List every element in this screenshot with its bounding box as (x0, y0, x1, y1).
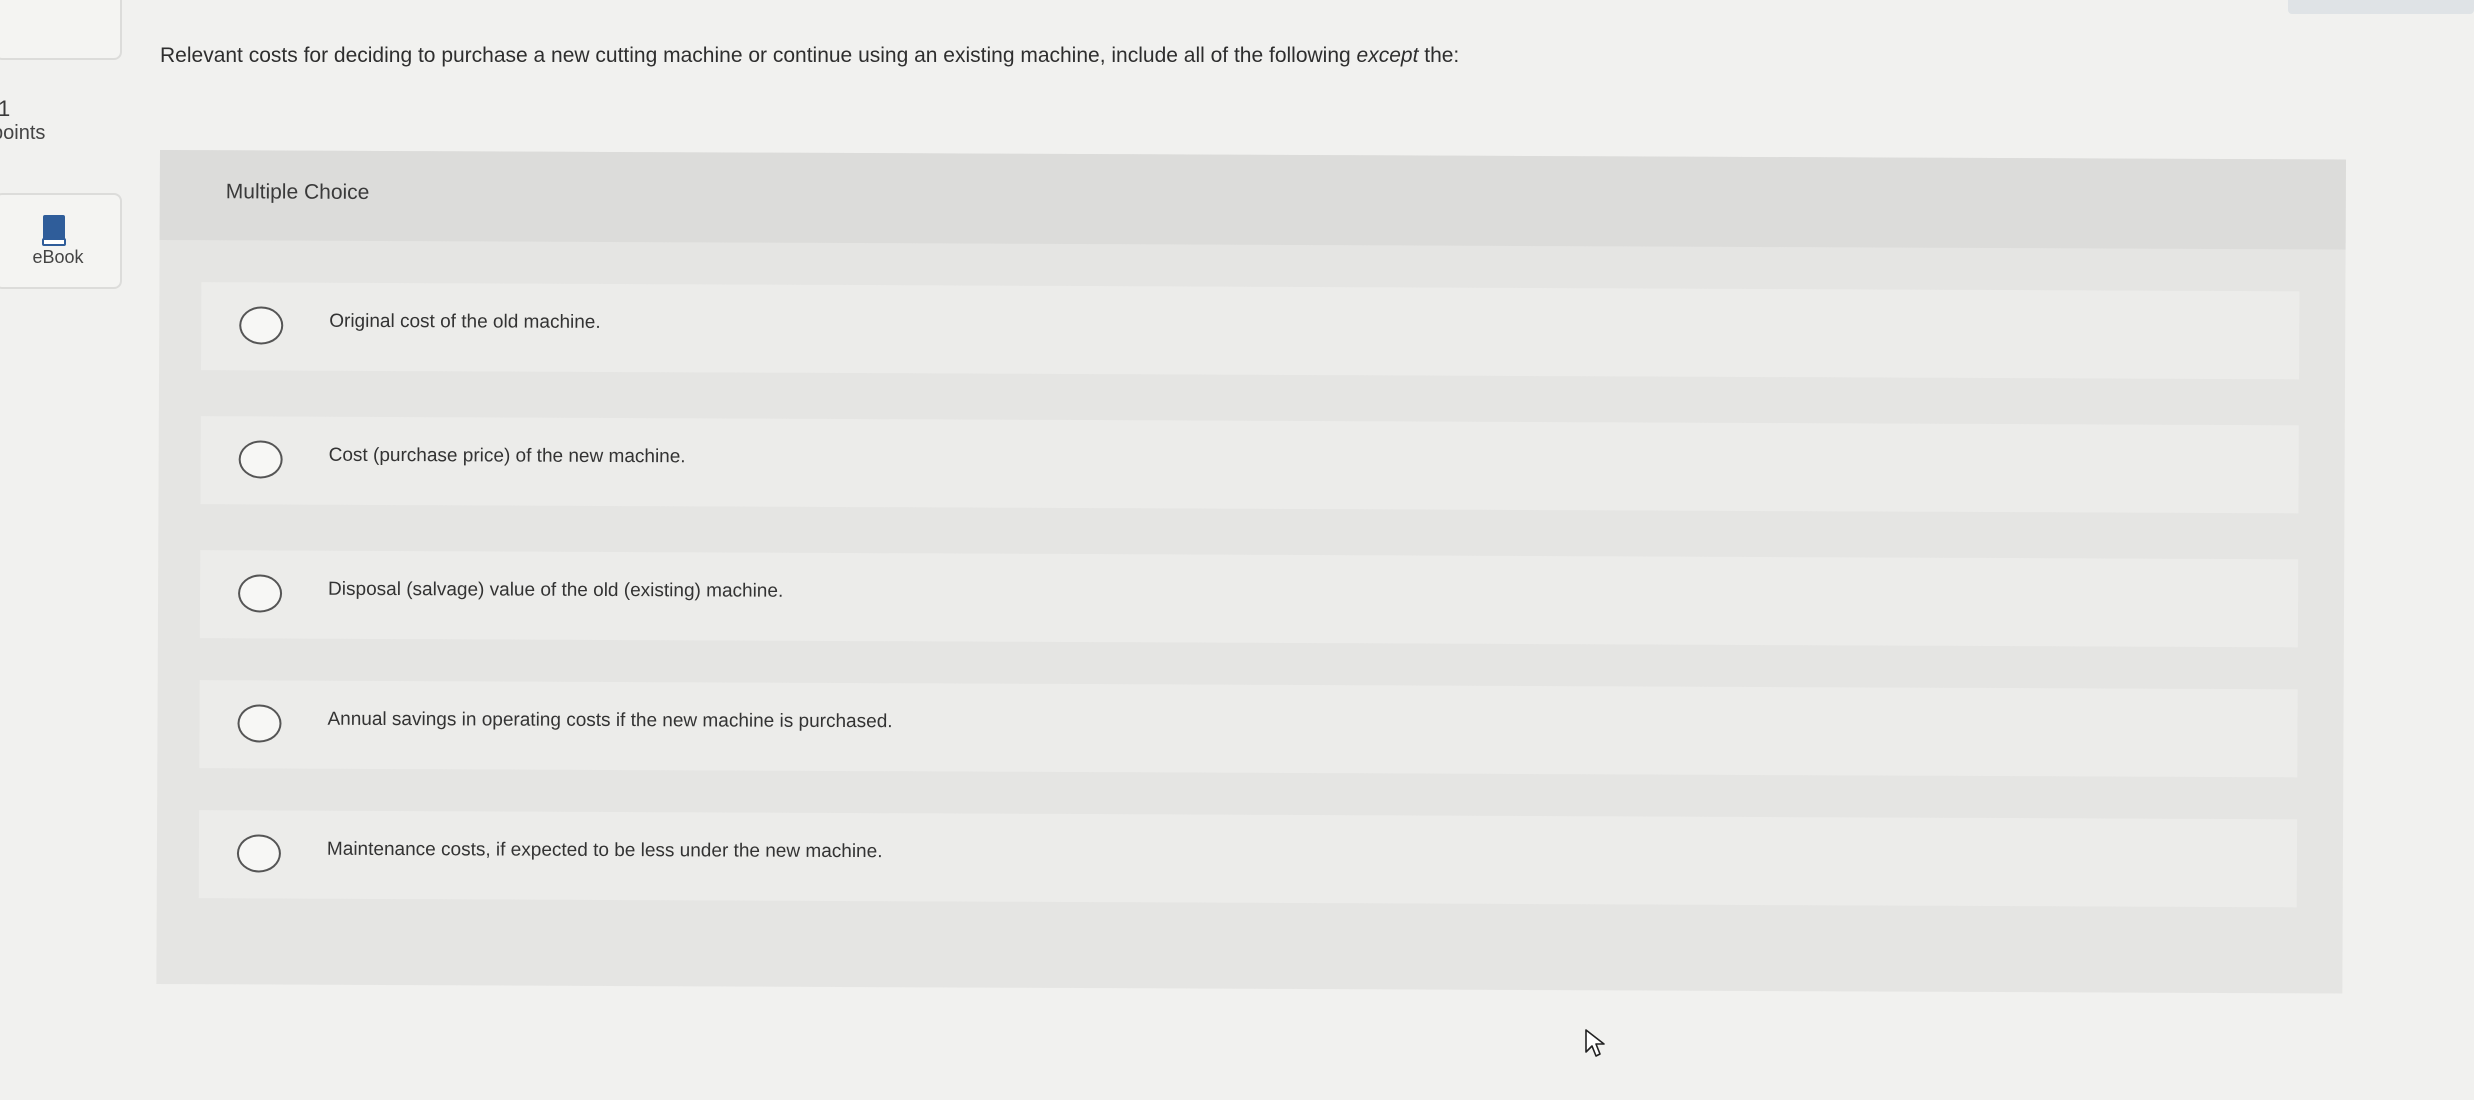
prompt-text: Relevant costs for deciding to purchase … (160, 44, 1357, 67)
answer-option-label: Original cost of the old machine. (329, 310, 601, 333)
radio-button[interactable] (236, 834, 282, 873)
multiple-choice-header: Multiple Choice (159, 150, 2346, 250)
points-label: points (0, 122, 46, 144)
book-icon (42, 215, 66, 246)
points-value: 1 (0, 96, 11, 121)
answer-option[interactable]: Original cost of the old machine. (201, 282, 2300, 380)
answer-option[interactable]: Disposal (salvage) value of the old (exi… (199, 550, 2299, 648)
question-number-box: 20 (0, 0, 122, 60)
radio-button[interactable] (239, 306, 284, 345)
multiple-choice-label: Multiple Choice (225, 180, 370, 204)
radio-button[interactable] (237, 574, 283, 613)
ebook-label: eBook (32, 247, 84, 267)
prompt-emphasis: except (1356, 44, 1419, 67)
answer-option-label: Maintenance costs, if expected to be les… (326, 838, 883, 863)
mouse-pointer-icon (1585, 1029, 1605, 1057)
answer-option-label: Disposal (salvage) value of the old (exi… (328, 578, 784, 602)
radio-button[interactable] (237, 704, 282, 743)
ebook-button[interactable]: eBook (0, 193, 122, 289)
answer-option-label: Cost (purchase price) of the new machine… (328, 444, 686, 468)
radio-button[interactable] (238, 440, 283, 479)
answer-option[interactable]: Annual savings in operating costs if the… (199, 680, 2298, 778)
answer-option[interactable]: Maintenance costs, if expected to be les… (198, 810, 2298, 908)
prompt-end: the: (1418, 44, 1460, 67)
multiple-choice-panel: Multiple Choice Original cost of the old… (156, 150, 2346, 994)
top-right-button[interactable] (2288, 0, 2474, 14)
question-prompt: Relevant costs for deciding to purchase … (160, 44, 1459, 68)
answer-option[interactable]: Cost (purchase price) of the new machine… (200, 416, 2299, 514)
answer-option-label: Annual savings in operating costs if the… (327, 708, 893, 733)
